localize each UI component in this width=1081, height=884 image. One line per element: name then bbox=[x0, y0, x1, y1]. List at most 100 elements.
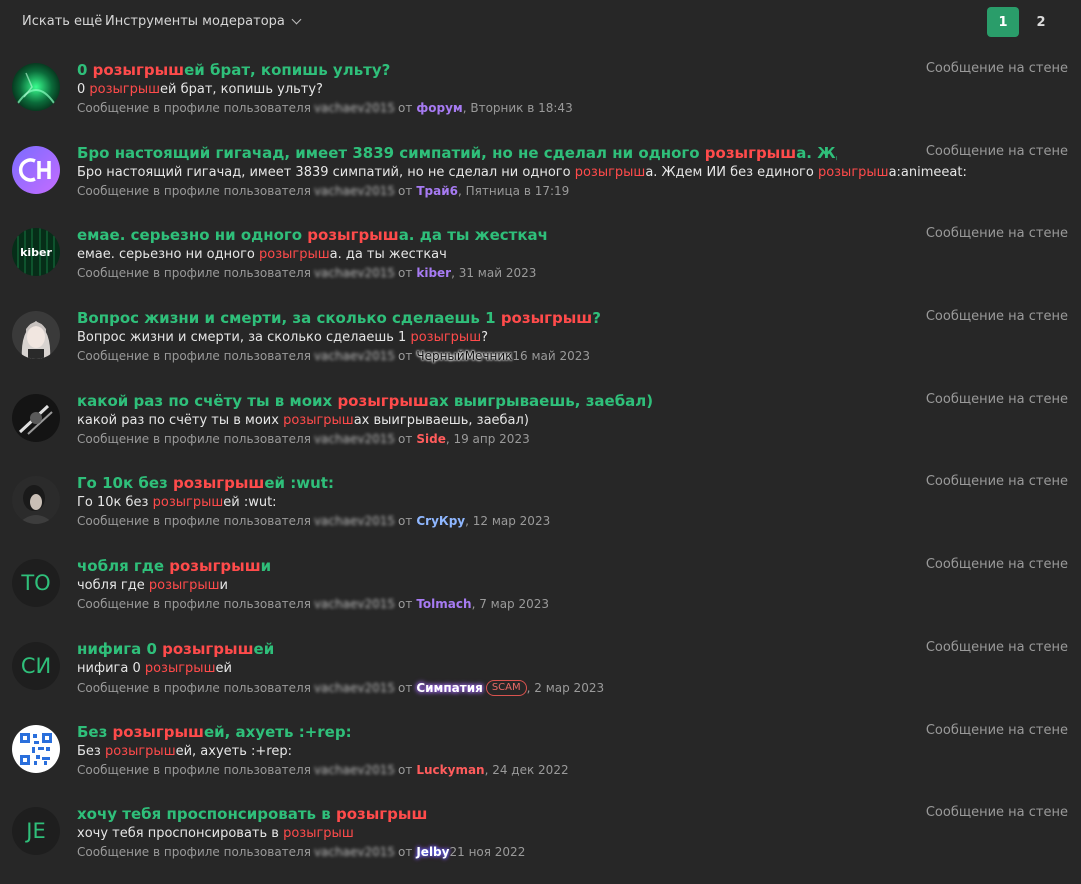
result-title[interactable]: Вопрос жизни и смерти, за сколько сделае… bbox=[77, 309, 601, 327]
meta-from: от bbox=[398, 845, 413, 860]
result-snippet: нифига 0 розыгрышей bbox=[77, 661, 232, 676]
author-link[interactable]: ЧерныйМечник bbox=[416, 349, 512, 363]
author-link[interactable]: kiber bbox=[416, 266, 451, 280]
snippet-text: и bbox=[219, 578, 228, 594]
moderator-tools-dropdown[interactable]: Инструменты модератора bbox=[105, 14, 302, 29]
avatar[interactable] bbox=[12, 724, 60, 773]
meta-from: от bbox=[398, 597, 413, 612]
title-text: ? bbox=[592, 309, 601, 328]
result-snippet: Го 10к без розыгрышей :wut: bbox=[77, 495, 277, 510]
profile-owner-link[interactable]: vachaev2015 bbox=[314, 845, 395, 859]
page-2-button[interactable]: 2 bbox=[1025, 7, 1057, 37]
result-date: , Пятница в 17:19 bbox=[457, 183, 570, 198]
profile-owner-link[interactable]: vachaev2015 bbox=[314, 681, 395, 695]
search-results-list: 0 розыгрышей брат, копишь ульту? 0 розыг… bbox=[0, 57, 1081, 884]
profile-owner-link[interactable]: vachaev2015 bbox=[314, 184, 395, 198]
snippet-text: ей :wut: bbox=[223, 495, 277, 511]
author-link[interactable]: Tolmach bbox=[416, 597, 471, 611]
profile-owner-link[interactable]: vachaev2015 bbox=[314, 266, 395, 280]
snippet-text: Без bbox=[77, 743, 105, 759]
profile-owner-link[interactable]: vachaev2015 bbox=[314, 514, 395, 528]
snippet-highlight: розыгрыш bbox=[104, 743, 176, 759]
result-snippet: Бро настоящий гигачад, имеет 3839 симпат… bbox=[77, 165, 967, 180]
meta-from: от bbox=[398, 514, 413, 529]
author-link[interactable]: форум bbox=[416, 101, 462, 115]
profile-owner-link[interactable]: vachaev2015 bbox=[314, 101, 395, 115]
result-date: , Вторник в 18:43 bbox=[462, 101, 573, 115]
avatar[interactable]: ТО bbox=[12, 559, 60, 608]
meta-label: Сообщение в профиле пользователя bbox=[77, 431, 311, 446]
search-more-link[interactable]: Искать ещё bbox=[22, 14, 102, 29]
title-highlight: розыгрыш bbox=[112, 722, 204, 741]
meta-label: Сообщение в профиле пользователя bbox=[77, 597, 311, 612]
result-title[interactable]: Бро настоящий гигачад, имеет 3839 симпат… bbox=[77, 144, 837, 162]
avatar[interactable] bbox=[12, 393, 60, 442]
result-title[interactable]: чобля где розыгрыши bbox=[77, 557, 271, 575]
result-type: Сообщение на стене bbox=[925, 309, 1068, 325]
result-type: Сообщение на стене bbox=[925, 557, 1068, 573]
author-link[interactable]: Jelby bbox=[416, 845, 449, 859]
profile-owner-link[interactable]: vachaev2015 bbox=[314, 432, 395, 446]
result-title[interactable]: нифига 0 розыгрышей bbox=[77, 640, 274, 658]
title-text: 0 bbox=[77, 61, 93, 79]
snippet-text: емае. серьезно ни одного bbox=[77, 247, 259, 263]
meta-from: от bbox=[398, 431, 413, 446]
author-link[interactable]: Симпатия bbox=[416, 681, 482, 695]
snippet-highlight: розыгрыш bbox=[410, 330, 482, 346]
avatar[interactable] bbox=[12, 476, 60, 525]
avatar[interactable] bbox=[12, 311, 60, 360]
meta-label: Сообщение в профиле пользователя bbox=[77, 680, 311, 695]
result-type: Сообщение на стене bbox=[925, 143, 1068, 159]
author-link[interactable]: Luckyman bbox=[416, 763, 484, 777]
meta-from: от bbox=[398, 266, 413, 281]
scam-badge: SCAM bbox=[485, 679, 527, 696]
meta-label: Сообщение в профиле пользователя bbox=[77, 845, 311, 860]
title-text: ей :wut: bbox=[264, 474, 334, 493]
result-title[interactable]: 0 розыгрышей брат, копишь ульту? bbox=[77, 61, 390, 79]
result-title[interactable]: емае. серьезно ни одного розыгрыша. да т… bbox=[77, 226, 548, 244]
kiber-avatar-text: kiber bbox=[20, 246, 52, 259]
avatar[interactable]: СИ bbox=[12, 641, 60, 690]
title-text: чобля где bbox=[77, 557, 170, 576]
result-meta: Сообщение в профиле пользователя vachaev… bbox=[77, 184, 569, 198]
page-1-button[interactable]: 1 bbox=[987, 7, 1019, 37]
meta-from: от bbox=[398, 762, 413, 777]
avatar[interactable]: JE bbox=[12, 807, 60, 856]
title-highlight: розыгрыш bbox=[337, 391, 429, 410]
title-text: ей bbox=[253, 639, 275, 658]
result-title[interactable]: хочу тебя проспонсировать в розыгрыш bbox=[77, 805, 427, 823]
result-snippet: какой раз по счёту ты в моих розыгрышах … bbox=[77, 413, 529, 428]
result-title[interactable]: какой раз по счёту ты в моих розыгрышах … bbox=[77, 392, 653, 410]
title-text: Вопрос жизни и смерти, за сколько сделае… bbox=[77, 309, 501, 328]
pagination: 1 2 bbox=[987, 7, 1057, 37]
avatar[interactable] bbox=[12, 145, 60, 194]
author-link[interactable]: Side bbox=[416, 432, 445, 446]
author-link[interactable]: CryКру bbox=[416, 514, 465, 528]
result-meta: Сообщение в профиле пользователя vachaev… bbox=[77, 432, 530, 446]
result-title[interactable]: Без розыгрышей, ахуеть :+rep: bbox=[77, 723, 352, 741]
result-item: Без розыгрышей, ахуеть :+rep: Без розыгр… bbox=[0, 719, 1081, 802]
result-item: JE хочу тебя проспонсировать в розыгрыш … bbox=[0, 801, 1081, 884]
snippet-text: Го 10к без bbox=[77, 495, 153, 511]
snippet-highlight: розыгрыш bbox=[817, 164, 889, 180]
avatar[interactable]: kiber bbox=[12, 228, 60, 277]
profile-owner-link[interactable]: vachaev2015 bbox=[314, 597, 395, 611]
title-text: Го 10к без bbox=[77, 474, 173, 493]
moderator-tools-label: Инструменты модератора bbox=[105, 14, 285, 29]
title-text: нифига 0 bbox=[77, 639, 163, 658]
author-link[interactable]: Трай6 bbox=[416, 184, 458, 198]
result-type: Сообщение на стене bbox=[925, 226, 1068, 242]
title-text: хочу тебя проспонсировать в bbox=[77, 805, 336, 824]
result-meta: Сообщение в профиле пользователя vachaev… bbox=[77, 349, 590, 363]
title-text: емае. серьезно ни одного bbox=[77, 226, 308, 245]
result-title[interactable]: Го 10к без розыгрышей :wut: bbox=[77, 474, 334, 492]
avatar[interactable] bbox=[12, 63, 60, 111]
title-highlight: розыгрыш bbox=[704, 143, 797, 162]
result-date: 21 ноя 2022 bbox=[449, 845, 526, 860]
profile-owner-link[interactable]: vachaev2015 bbox=[314, 349, 395, 363]
meta-label: Сообщение в профиле пользователя bbox=[77, 349, 311, 364]
result-date: , 19 апр 2023 bbox=[445, 431, 530, 446]
result-item: Бро настоящий гигачад, имеет 3839 симпат… bbox=[0, 140, 1081, 223]
profile-owner-link[interactable]: vachaev2015 bbox=[314, 763, 395, 777]
snippet-text: нифига 0 bbox=[77, 660, 145, 676]
